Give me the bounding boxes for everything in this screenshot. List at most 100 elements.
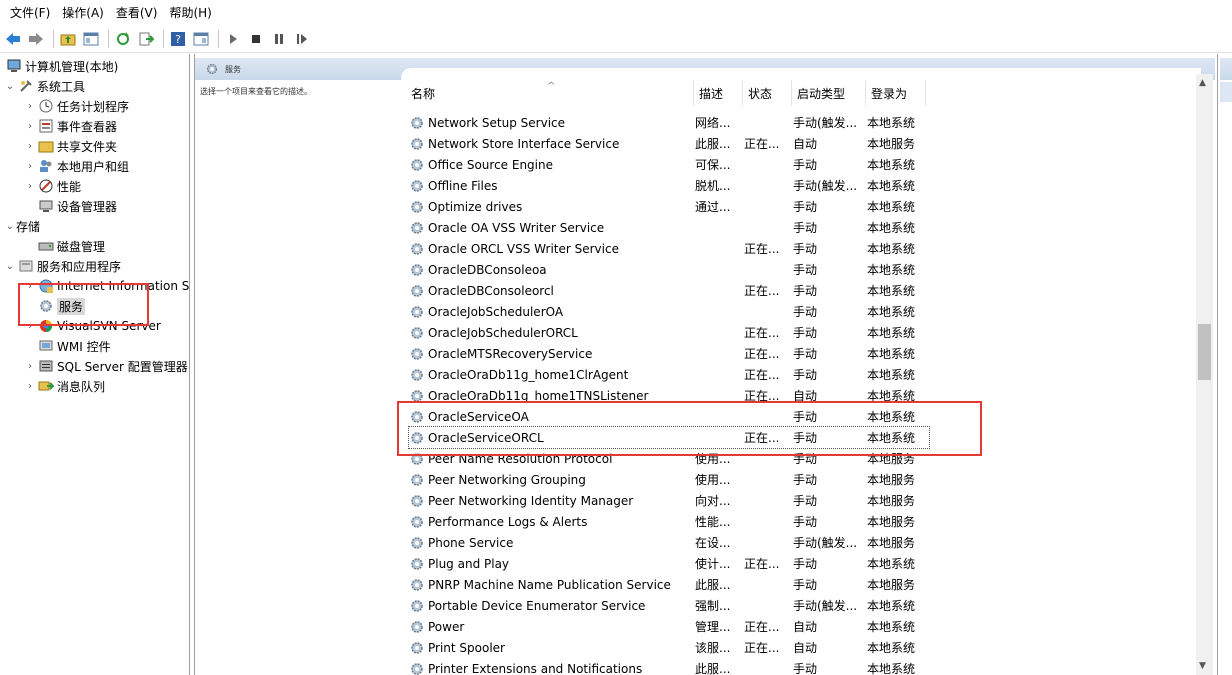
tree-device-manager[interactable]: 设备管理器 (36, 196, 117, 216)
event-viewer-icon (38, 118, 54, 134)
table-row[interactable]: Portable Device Enumerator Service 强制... 手… (409, 595, 929, 616)
start-service-icon[interactable] (223, 29, 243, 49)
chevron-right-icon[interactable]: › (24, 321, 36, 332)
table-row[interactable]: PNRP Machine Name Publication Service 此服.… (409, 574, 929, 595)
tree-iis[interactable]: › Internet Information S (24, 276, 189, 296)
tree-performance[interactable]: › 性能 (24, 176, 81, 196)
chevron-right-icon[interactable]: › (24, 181, 36, 192)
toolbar-separator (108, 30, 109, 48)
table-row[interactable]: OracleServiceORCL 正在... 手动 本地系统 (408, 426, 930, 449)
service-description: 网络... (695, 116, 731, 130)
column-header-logon[interactable]: 登录为 (866, 80, 926, 106)
tree-visualsvn[interactable]: › VisualSVN Server (24, 316, 161, 336)
tree-system-tools[interactable]: ⌄ 系统工具 (4, 76, 85, 96)
tree-event-viewer[interactable]: › 事件查看器 (24, 116, 117, 136)
table-row[interactable]: OracleOraDb11g_home1ClrAgent 正在... 手动 本地系统 (409, 364, 929, 385)
table-row[interactable]: Phone Service 在设... 手动(触发... 本地服务 (409, 532, 929, 553)
table-row[interactable]: Performance Logs & Alerts 性能... 手动 本地服务 (409, 511, 929, 532)
restart-service-icon[interactable] (292, 29, 312, 49)
menu-view[interactable]: 查看(V) (110, 0, 164, 26)
users-icon (38, 158, 54, 174)
service-gear-icon (411, 200, 423, 213)
table-row[interactable]: Power 管理... 正在... 自动 本地系统 (409, 616, 929, 637)
service-startup-type: 手动 (793, 263, 818, 277)
back-icon[interactable] (3, 29, 23, 49)
tree-local-users[interactable]: › 本地用户和组 (24, 156, 129, 176)
chevron-right-icon[interactable]: › (24, 361, 36, 372)
show-hide-action-pane-icon[interactable] (191, 29, 211, 49)
chevron-right-icon[interactable]: › (24, 161, 36, 172)
table-row[interactable]: Optimize drives 通过... 手动 本地系统 (409, 196, 929, 217)
service-logon: 本地系统 (867, 641, 916, 655)
chevron-down-icon[interactable]: ⌄ (4, 221, 16, 232)
service-logon: 本地系统 (867, 662, 916, 675)
scroll-down-icon[interactable]: ▼ (1199, 661, 1206, 671)
tree-sql-config[interactable]: › SQL Server 配置管理器 (24, 356, 188, 376)
refresh-icon[interactable] (113, 29, 133, 49)
table-row[interactable]: OracleOraDb11g_home1TNSListener 正在... 自动 本地… (409, 385, 929, 406)
up-folder-icon[interactable] (58, 29, 78, 49)
table-row[interactable]: OracleDBConsoleoa 手动 本地系统 (409, 259, 929, 280)
table-row[interactable]: OracleMTSRecoveryService 正在... 手动 本地系统 (409, 343, 929, 364)
table-row[interactable]: Peer Networking Grouping 使用... 手动 本地服务 (409, 469, 929, 490)
forward-icon[interactable] (26, 29, 46, 49)
table-row[interactable]: OracleJobSchedulerOA 手动 本地系统 (409, 301, 929, 322)
table-row[interactable]: Oracle OA VSS Writer Service 手动 本地系统 (409, 217, 929, 238)
service-logon: 本地系统 (867, 620, 916, 634)
pause-service-icon[interactable] (269, 29, 289, 49)
show-hide-tree-icon[interactable] (81, 29, 101, 49)
column-header-description[interactable]: 描述 (694, 80, 743, 106)
chevron-down-icon[interactable]: ⌄ (4, 261, 16, 272)
table-row[interactable]: Peer Networking Identity Manager 向对... 手动 本… (409, 490, 929, 511)
menu-action[interactable]: 操作(A) (56, 0, 110, 26)
column-header-name[interactable]: 名称 ^ (406, 80, 694, 106)
table-row[interactable]: OracleDBConsoleorcl 正在... 手动 本地系统 (409, 280, 929, 301)
tree-shared-folders[interactable]: › 共享文件夹 (24, 136, 117, 156)
table-row[interactable]: Printer Extensions and Notifications 此服..… (409, 658, 929, 675)
table-row[interactable]: Plug and Play 使计... 正在... 手动 本地系统 (409, 553, 929, 574)
service-logon: 本地系统 (867, 305, 916, 319)
tree-root[interactable]: 计算机管理(本地) (4, 56, 118, 76)
service-startup-type: 手动 (793, 578, 818, 592)
tree-wmi[interactable]: WMI 控件 (36, 336, 111, 356)
chevron-right-icon[interactable]: › (24, 381, 36, 392)
table-row[interactable]: Office Source Engine 可保... 手动 本地系统 (409, 154, 929, 175)
tree-disk-management[interactable]: 磁盘管理 (36, 236, 105, 256)
table-row[interactable]: Offline Files 脱机... 手动(触发... 本地系统 (409, 175, 929, 196)
chevron-down-icon[interactable]: ⌄ (4, 81, 16, 92)
chevron-right-icon[interactable]: › (24, 121, 36, 132)
chevron-right-icon[interactable]: › (24, 281, 36, 292)
service-logon: 本地系统 (867, 347, 916, 361)
help-icon[interactable]: ? (168, 29, 188, 49)
stop-service-icon[interactable] (246, 29, 266, 49)
tree-services[interactable]: 服务 (36, 296, 86, 316)
chevron-right-icon[interactable]: › (24, 141, 36, 152)
export-list-icon[interactable] (136, 29, 156, 49)
tree-storage[interactable]: ⌄ 存储 (4, 216, 40, 236)
table-row[interactable]: OracleServiceOA 手动 本地系统 (409, 406, 929, 427)
service-logon: 本地系统 (867, 242, 916, 256)
table-row[interactable]: Network Setup Service 网络... 手动(触发... 本地系统 (409, 112, 929, 133)
menu-help[interactable]: 帮助(H) (163, 0, 217, 26)
service-description: 此服... (695, 578, 731, 592)
actions-pane-item[interactable] (1220, 82, 1232, 102)
service-description: 在设... (695, 536, 731, 550)
table-row[interactable]: Oracle ORCL VSS Writer Service 正在... 手动 本地系… (409, 238, 929, 259)
tree-task-scheduler[interactable]: › 任务计划程序 (24, 96, 129, 116)
chevron-right-icon[interactable]: › (24, 101, 36, 112)
table-row[interactable]: OracleJobSchedulerORCL 正在... 手动 本地系统 (409, 322, 929, 343)
tree-services-apps[interactable]: ⌄ 服务和应用程序 (4, 256, 121, 276)
service-startup-type: 自动 (793, 620, 818, 634)
scrollbar-thumb[interactable] (1198, 324, 1211, 380)
service-startup-type: 手动 (793, 494, 818, 508)
table-row[interactable]: Network Store Interface Service 此服... 正在..… (409, 133, 929, 154)
vertical-scrollbar[interactable]: ▲ ▼ (1196, 74, 1213, 675)
table-row[interactable]: Peer Name Resolution Protocol 使用... 手动 本地服务 (409, 448, 929, 469)
scroll-up-icon[interactable]: ▲ (1199, 78, 1206, 88)
menu-file[interactable]: 文件(F) (4, 0, 56, 26)
table-row[interactable]: Print Spooler 该服... 正在... 自动 本地系统 (409, 637, 929, 658)
column-header-status[interactable]: 状态 (743, 80, 792, 106)
column-header-startup-type[interactable]: 启动类型 (792, 80, 866, 106)
service-status: 正在... (744, 431, 780, 445)
tree-message-queue[interactable]: › 消息队列 (24, 376, 105, 396)
